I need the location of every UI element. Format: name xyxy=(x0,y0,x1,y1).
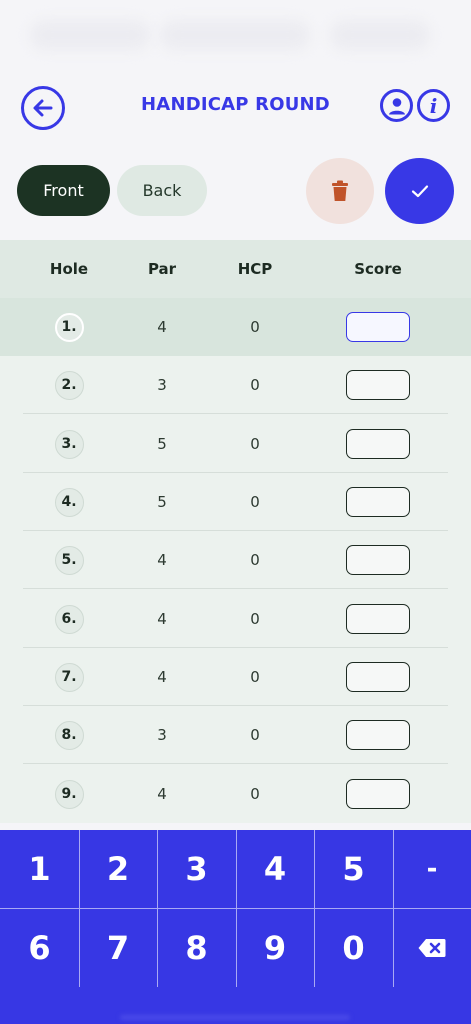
hole-number: 9. xyxy=(54,779,84,809)
confirm-button[interactable] xyxy=(385,158,454,224)
backspace-key[interactable] xyxy=(393,908,471,987)
score-input[interactable] xyxy=(346,779,410,809)
key-6[interactable]: 6 xyxy=(0,908,79,987)
profile-button[interactable] xyxy=(380,89,413,122)
table-row[interactable]: 3. 5 0 xyxy=(0,415,471,473)
hole-number: 5. xyxy=(54,545,84,575)
hcp-value: 0 xyxy=(250,785,260,803)
par-value: 4 xyxy=(157,551,167,569)
table-row[interactable]: 6. 4 0 xyxy=(0,590,471,648)
info-button[interactable]: i xyxy=(417,89,450,122)
status-bar xyxy=(0,0,471,70)
par-value: 4 xyxy=(157,668,167,686)
tab-front[interactable]: Front xyxy=(17,165,110,216)
tab-front-label: Front xyxy=(43,181,84,200)
key-2[interactable]: 2 xyxy=(79,830,157,908)
par-value: 3 xyxy=(157,726,167,744)
table-row[interactable]: 8. 3 0 xyxy=(0,706,471,764)
hcp-value: 0 xyxy=(250,668,260,686)
backspace-icon xyxy=(418,938,446,957)
column-header-par: Par xyxy=(147,260,177,278)
delete-button[interactable] xyxy=(306,158,374,224)
table-row[interactable]: 4. 5 0 xyxy=(0,473,471,531)
column-header-score: Score xyxy=(354,260,402,278)
par-value: 3 xyxy=(157,376,167,394)
hole-number: 2. xyxy=(54,370,84,400)
hole-number: 8. xyxy=(54,720,84,750)
score-input[interactable] xyxy=(346,604,410,634)
header: HANDICAP ROUND i xyxy=(0,84,471,130)
table-row[interactable]: 9. 4 0 xyxy=(0,765,471,823)
tab-back[interactable]: Back xyxy=(117,165,207,216)
table-row[interactable]: 7. 4 0 xyxy=(0,648,471,706)
table-row[interactable]: 2. 3 0 xyxy=(0,356,471,414)
hole-number: 7. xyxy=(54,662,84,692)
column-header-hole: Hole xyxy=(49,260,89,278)
key-9[interactable]: 9 xyxy=(236,908,314,987)
hole-number: 6. xyxy=(54,604,84,634)
key-4[interactable]: 4 xyxy=(236,830,314,908)
key-5[interactable]: 5 xyxy=(314,830,393,908)
key-7[interactable]: 7 xyxy=(79,908,157,987)
check-icon xyxy=(411,185,428,198)
par-value: 5 xyxy=(157,493,167,511)
column-header-hcp: HCP xyxy=(237,260,273,278)
hcp-value: 0 xyxy=(250,551,260,569)
score-input[interactable] xyxy=(346,720,410,750)
trash-icon xyxy=(332,180,348,201)
hole-number: 3. xyxy=(54,429,84,459)
key-1[interactable]: 1 xyxy=(0,830,79,908)
score-input[interactable] xyxy=(346,487,410,517)
home-indicator xyxy=(120,1015,350,1020)
user-icon xyxy=(388,97,405,114)
hcp-value: 0 xyxy=(250,318,260,336)
par-value: 4 xyxy=(157,785,167,803)
table-header: Hole Par HCP Score xyxy=(0,240,471,298)
tab-back-label: Back xyxy=(142,181,182,200)
hcp-value: 0 xyxy=(250,435,260,453)
score-input[interactable] xyxy=(346,662,410,692)
key-3[interactable]: 3 xyxy=(157,830,236,908)
par-value: 5 xyxy=(157,435,167,453)
key-0[interactable]: 0 xyxy=(314,908,393,987)
hcp-value: 0 xyxy=(250,610,260,628)
score-input[interactable] xyxy=(346,429,410,459)
number-keypad: 1 2 3 4 5 - 6 7 8 9 0 xyxy=(0,830,471,1024)
hole-number: 4. xyxy=(54,487,84,517)
score-input[interactable] xyxy=(346,370,410,400)
info-icon: i xyxy=(429,93,438,118)
score-table: 1. 4 0 2. 3 0 3. 5 0 4. 5 0 5. 4 0 6. 4 … xyxy=(0,298,471,823)
key-8[interactable]: 8 xyxy=(157,908,236,987)
hole-number: 1. xyxy=(54,312,84,342)
par-value: 4 xyxy=(157,610,167,628)
hcp-value: 0 xyxy=(250,493,260,511)
table-row[interactable]: 1. 4 0 xyxy=(0,298,471,356)
key-minus[interactable]: - xyxy=(393,830,471,908)
table-row[interactable]: 5. 4 0 xyxy=(0,531,471,589)
score-input[interactable] xyxy=(346,312,410,342)
hcp-value: 0 xyxy=(250,376,260,394)
score-input[interactable] xyxy=(346,545,410,575)
par-value: 4 xyxy=(157,318,167,336)
hcp-value: 0 xyxy=(250,726,260,744)
